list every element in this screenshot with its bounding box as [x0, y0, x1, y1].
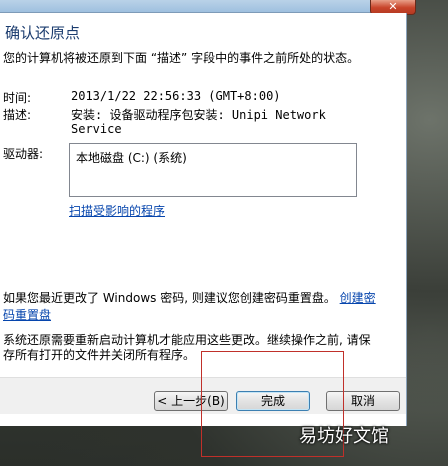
watermark: 易坊好文馆	[299, 426, 389, 447]
list-item[interactable]: 本地磁盘 (C:) (系统)	[76, 149, 187, 166]
cancel-button[interactable]: 取消	[326, 391, 400, 411]
subtitle: 您的计算机将被还原到下面 “描述” 字段中的事件之前所处的状态。	[3, 51, 360, 65]
create-reset-disk-link[interactable]: 创建密	[340, 291, 376, 305]
create-reset-disk-link-cont[interactable]: 码重置盘	[3, 306, 51, 323]
drives-list[interactable]: 本地磁盘 (C:) (系统)	[69, 143, 357, 197]
system-restore-dialog	[0, 13, 407, 426]
restart-note-line2: 存所有打开的文件并关闭所有程序。	[3, 348, 196, 362]
description-value-line1: 安装: 设备驱动程序包安装: Unipi Network	[71, 108, 326, 122]
page-title: 确认还原点	[5, 24, 81, 42]
back-button[interactable]: < 上一步(B)	[154, 391, 228, 411]
time-value: 2013/1/22 22:56:33 (GMT+8:00)	[71, 89, 281, 103]
title-bar	[0, 0, 406, 13]
description-value-line2: Service	[71, 122, 122, 136]
description-label: 描述:	[3, 108, 32, 122]
scan-affected-programs-link[interactable]: 扫描受影响的程序	[69, 202, 165, 219]
time-label: 时间:	[3, 91, 32, 105]
password-notice: 如果您最近更改了 Windows 密码, 则建议您创建密码重置盘。 创建密	[3, 289, 376, 306]
finish-button[interactable]: 完成	[236, 391, 310, 411]
drives-label: 驱动器:	[3, 147, 44, 161]
password-notice-text: 如果您最近更改了 Windows 密码, 则建议您创建密码重置盘。	[3, 291, 336, 305]
